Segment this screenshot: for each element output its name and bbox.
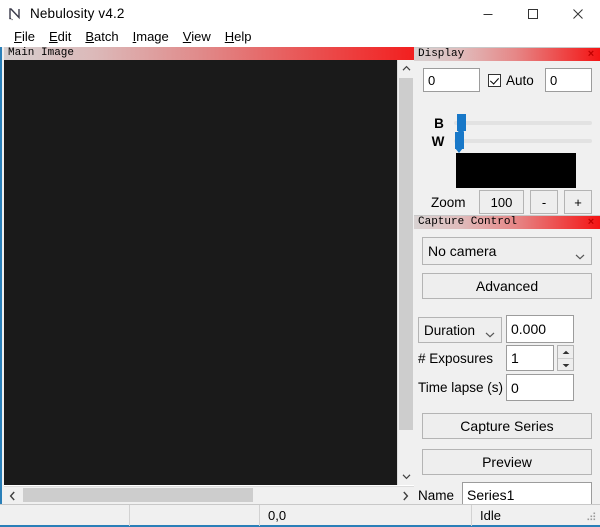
zoom-value-button[interactable]: 100 (479, 190, 524, 214)
right-dock-column: Display × 0 Auto 0 B W Zoom 100 (414, 47, 600, 504)
resize-grip-icon[interactable] (585, 509, 597, 521)
display-panel-caption-bar: Display × (414, 47, 600, 61)
spinner-down-icon[interactable] (558, 359, 573, 371)
status-bar: 0,0 Idle (0, 504, 600, 527)
nebulosity-n-icon (7, 6, 23, 22)
menu-help[interactable]: Help (218, 28, 259, 46)
camera-select-value: No camera (428, 243, 496, 259)
menu-file[interactable]: File (7, 28, 42, 46)
window-title: Nebulosity v4.2 (30, 6, 125, 21)
menu-view[interactable]: View (176, 28, 218, 46)
exposure-mode-select[interactable]: Duration (418, 317, 502, 343)
zoom-label: Zoom (431, 192, 466, 212)
scroll-right-arrow-icon[interactable] (397, 487, 414, 504)
display-panel-title: Display (414, 48, 464, 61)
duration-input[interactable]: 0.000 (506, 315, 574, 343)
display-preview-swatch (456, 153, 576, 188)
capture-panel-body: No camera Advanced Duration 0.000 # Expo… (414, 229, 600, 504)
title-bar: Nebulosity v4.2 (0, 0, 600, 27)
nebulosity-window: Nebulosity v4.2 File Edit Batch Image Vi… (0, 0, 600, 527)
white-slider-label: W (430, 134, 446, 148)
status-cell-2 (130, 505, 260, 526)
exposures-label: # Exposures (418, 346, 493, 370)
black-slider-thumb[interactable] (457, 114, 466, 131)
black-slider-track[interactable] (454, 121, 592, 125)
white-level-input[interactable]: 0 (545, 68, 592, 92)
image-canvas[interactable] (4, 60, 397, 485)
zoom-in-button[interactable]: + (564, 190, 592, 214)
black-slider-label: B (432, 116, 446, 130)
main-image-caption-bar: Main Image (4, 47, 414, 60)
image-horizontal-scrollbar[interactable] (4, 486, 414, 504)
spinner-up-icon[interactable] (558, 346, 573, 359)
horizontal-scroll-thumb[interactable] (23, 488, 253, 502)
menu-edit[interactable]: Edit (42, 28, 78, 46)
minimize-button[interactable] (465, 0, 510, 27)
chevron-down-icon (575, 248, 585, 255)
image-vertical-scrollbar[interactable] (397, 60, 414, 485)
black-level-input[interactable]: 0 (423, 68, 480, 92)
capture-panel-close-icon[interactable]: × (585, 216, 597, 229)
capture-panel-caption-bar: Capture Control × (414, 215, 600, 229)
timelapse-label: Time lapse (s) (418, 375, 503, 399)
window-controls (465, 0, 600, 27)
menu-bar: File Edit Batch Image View Help (0, 27, 600, 47)
maximize-button[interactable] (510, 0, 555, 27)
image-canvas-area (4, 60, 414, 504)
advanced-button[interactable]: Advanced (422, 273, 592, 299)
menu-batch[interactable]: Batch (78, 28, 125, 46)
status-cell-1 (0, 505, 130, 526)
exposure-mode-value: Duration (424, 323, 475, 338)
main-image-pane: Main Image (0, 47, 412, 504)
zoom-out-button[interactable]: - (530, 190, 558, 214)
auto-stretch-checkbox[interactable]: Auto (488, 73, 534, 88)
exposures-spinner[interactable] (557, 345, 574, 371)
main-image-caption-text: Main Image (4, 47, 74, 60)
capture-series-button[interactable]: Capture Series (422, 413, 592, 439)
scroll-left-arrow-icon[interactable] (4, 487, 21, 504)
auto-checkbox-label: Auto (506, 73, 534, 88)
capture-panel-title: Capture Control (414, 216, 517, 229)
status-state: Idle (472, 505, 600, 526)
preview-button[interactable]: Preview (422, 449, 592, 475)
timelapse-input[interactable]: 0 (506, 374, 574, 401)
close-button[interactable] (555, 0, 600, 27)
display-panel: Display × 0 Auto 0 B W Zoom 100 (414, 47, 600, 215)
auto-checkbox-box[interactable] (488, 74, 501, 87)
scroll-down-arrow-icon[interactable] (398, 468, 414, 485)
menu-image[interactable]: Image (126, 28, 176, 46)
scroll-up-arrow-icon[interactable] (398, 60, 414, 77)
status-coordinates: 0,0 (260, 505, 472, 526)
white-slider-thumb[interactable] (455, 132, 464, 149)
vertical-scroll-thumb[interactable] (399, 78, 413, 430)
chevron-down-icon-mode (485, 327, 495, 334)
exposures-input[interactable]: 1 (506, 345, 554, 371)
display-panel-body: 0 Auto 0 B W Zoom 100 - + (414, 61, 600, 215)
capture-control-panel: Capture Control × No camera Advanced Dur… (414, 215, 600, 504)
camera-select[interactable]: No camera (422, 237, 592, 265)
white-slider-track[interactable] (454, 139, 592, 143)
display-panel-close-icon[interactable]: × (585, 48, 597, 61)
